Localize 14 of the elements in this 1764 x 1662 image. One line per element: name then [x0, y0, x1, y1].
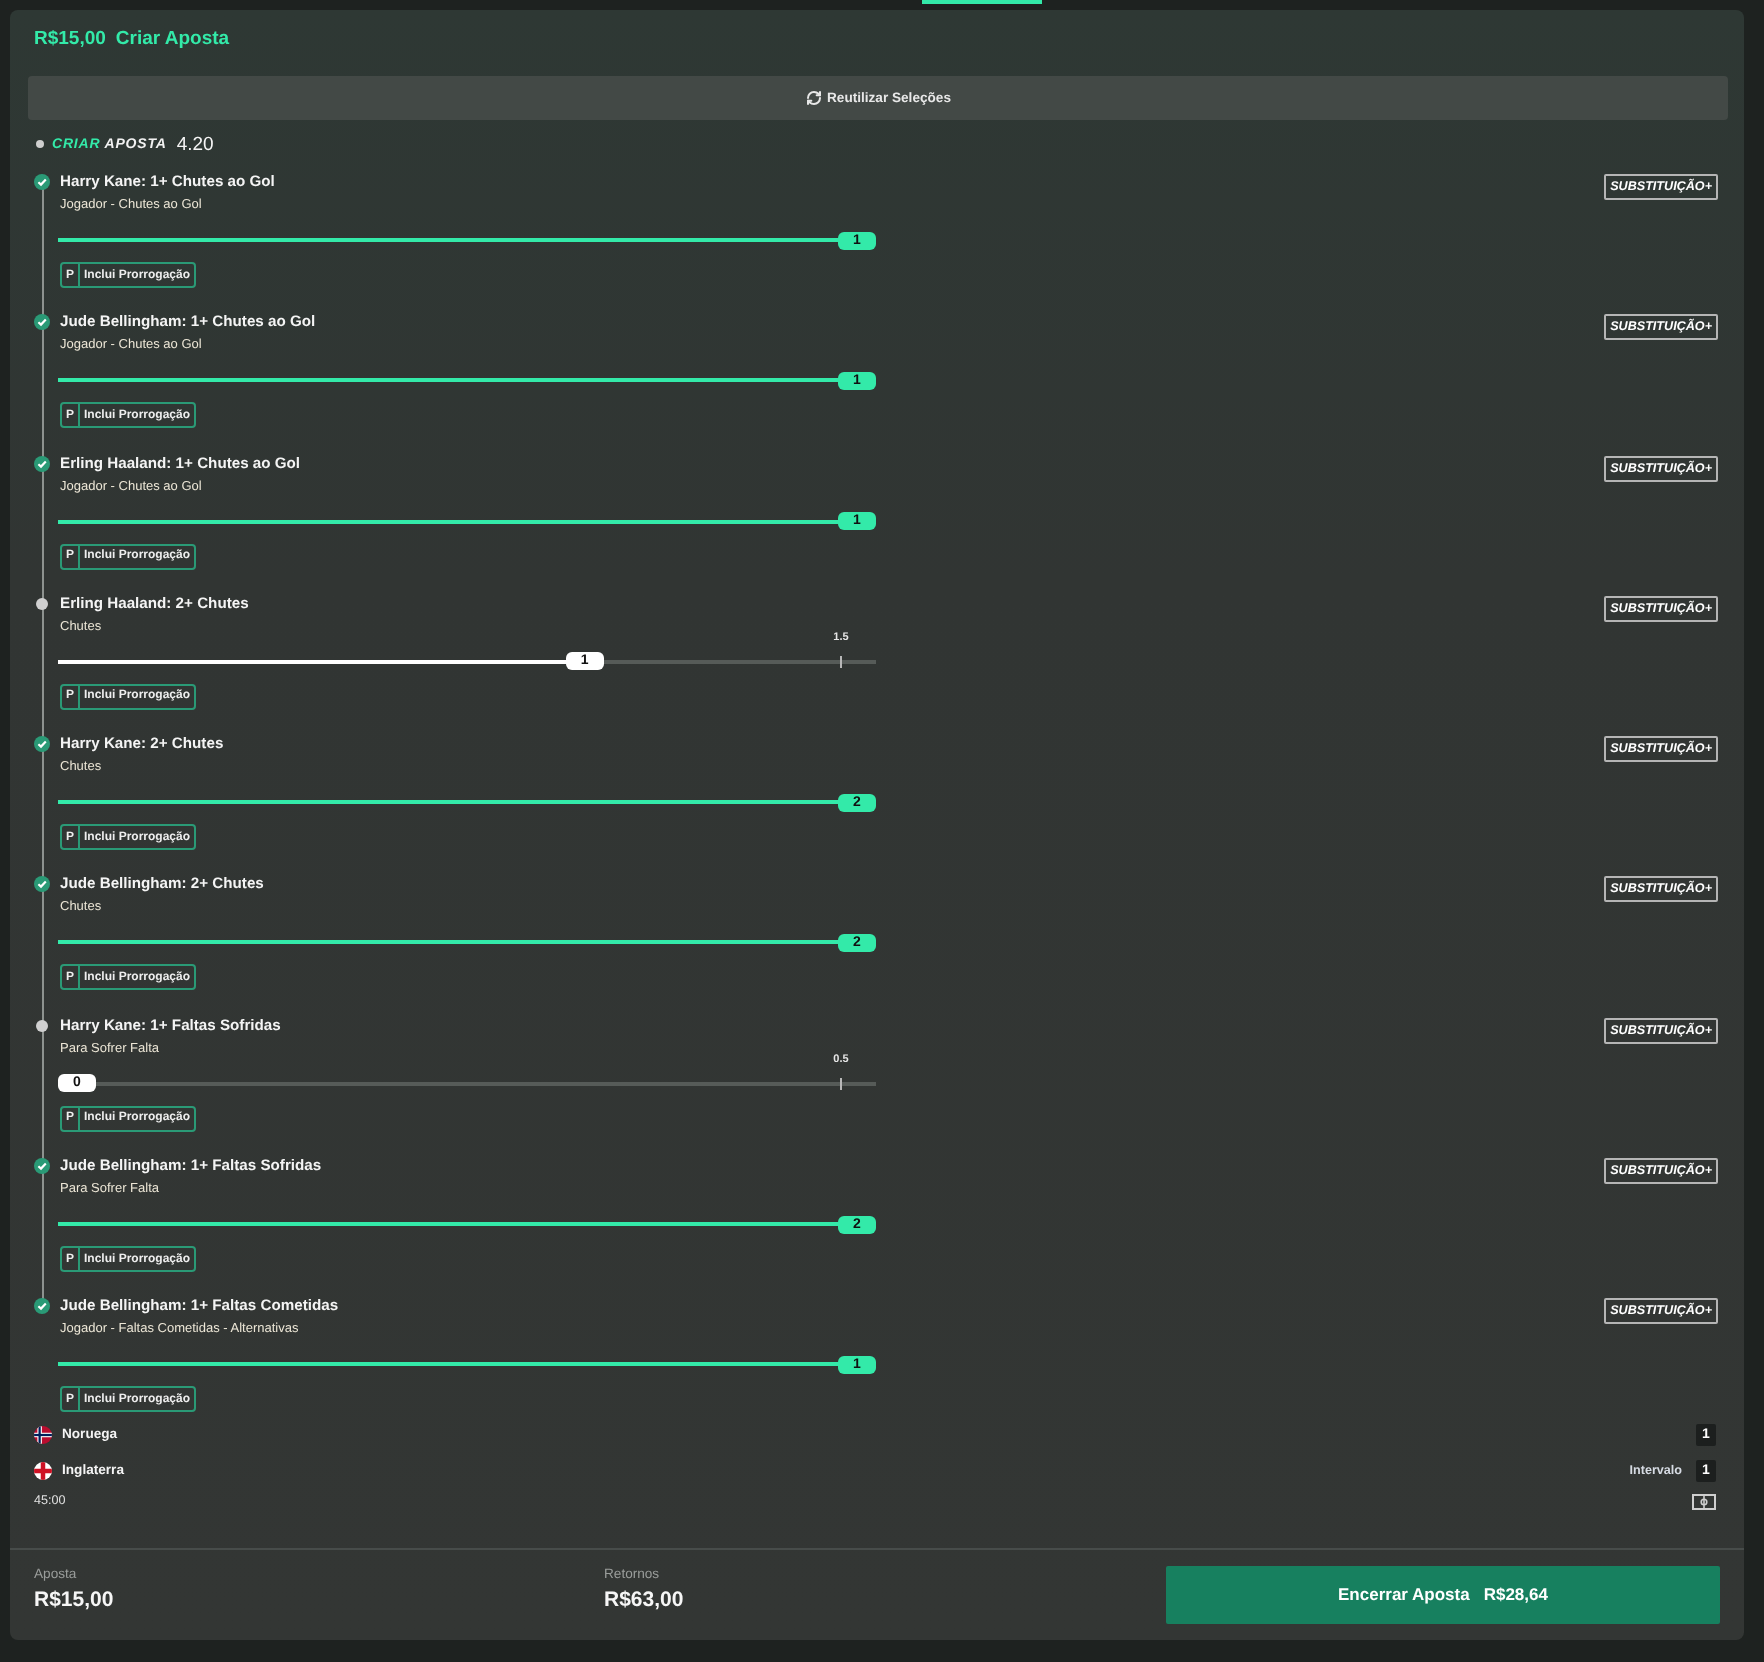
dot-icon — [36, 140, 44, 148]
returns-value: R$63,00 — [604, 1585, 684, 1614]
tab-indicator — [922, 0, 1042, 4]
stake-value: R$15,00 — [34, 1585, 114, 1614]
target-tick — [840, 655, 842, 668]
pitch-icon — [1692, 1493, 1716, 1510]
cash-out-button[interactable]: Encerrar Aposta R$28,64 — [1166, 1565, 1720, 1624]
flag-icon — [34, 1426, 52, 1445]
bet-title: Criar Aposta — [115, 28, 230, 52]
odds: 4.20 — [176, 133, 214, 155]
stake-amount: R$15,00 — [34, 28, 106, 52]
flag-icon — [34, 1462, 52, 1481]
target-tick — [840, 1077, 842, 1090]
refresh-icon — [805, 90, 822, 106]
